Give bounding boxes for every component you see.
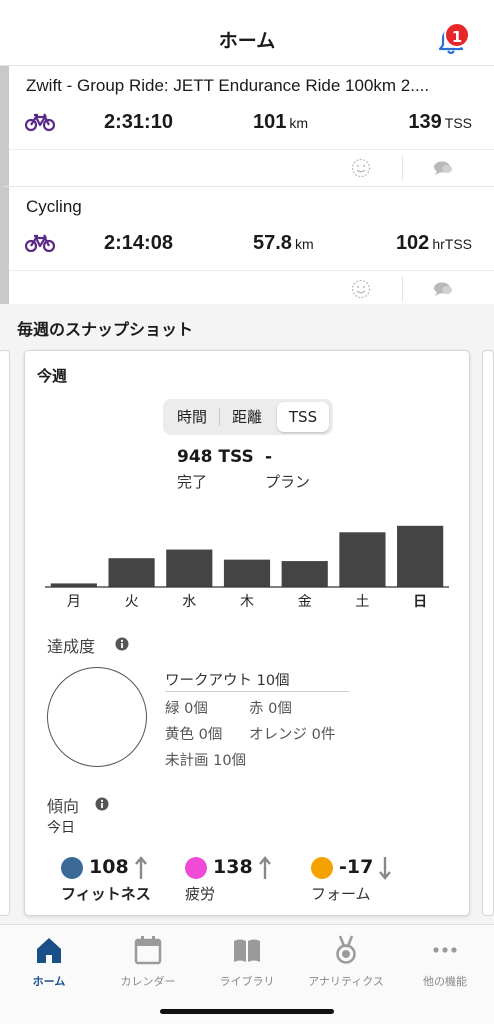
section-title: 毎週のスナップショット [17, 320, 194, 339]
notification-badge: 1 [444, 22, 470, 48]
activity-distance: 101 km [253, 111, 309, 133]
tab-home[interactable]: ホーム [0, 931, 98, 991]
activity-actions [9, 270, 494, 306]
library-icon [234, 939, 260, 962]
activity-duration: 2:14:08 [104, 232, 173, 254]
workouts-orange: オレンジ 0件 [249, 727, 336, 743]
tab-label: アナリティクス [308, 975, 384, 988]
fatigue-dot [185, 857, 207, 879]
previous-week-card[interactable] [0, 350, 10, 916]
page-title: ホーム [218, 30, 276, 52]
home-icon [37, 938, 61, 963]
this-week-card: 今週 時間 距離 TSS 948 TSS - 完了 プラン 月 火 水 木 金 土 日 達成… [24, 350, 470, 916]
plan-value: - [265, 447, 273, 467]
home-indicator [160, 1009, 334, 1014]
activity-title: Cycling [26, 197, 82, 216]
form-metric: -17 フォーム [311, 856, 421, 907]
achievement-ring [47, 667, 147, 767]
week-title: 今週 [37, 367, 68, 385]
day-label: 水 [182, 594, 197, 610]
workouts-total: ワークアウト 10個 [165, 673, 290, 689]
tab-label: カレンダー [120, 975, 176, 988]
form-value: -17 [339, 856, 374, 878]
comment-icon[interactable] [433, 160, 453, 176]
bike-icon [25, 113, 55, 132]
chart-bar [397, 525, 444, 587]
tab-label: 他の機能 [423, 975, 467, 988]
day-label: 月 [66, 594, 81, 610]
form-dot [311, 857, 333, 879]
completed-label: 完了 [177, 473, 208, 491]
day-label: 木 [240, 594, 254, 610]
workouts-green: 緑 0個 [165, 701, 208, 717]
feeling-smile-icon[interactable] [351, 158, 371, 178]
fitness-value: 108 [89, 856, 129, 878]
day-axis: 月火水木金土日 [45, 591, 449, 615]
chart-bar [223, 559, 271, 587]
app-header: ホーム 1 [0, 0, 494, 66]
bottom-tab-bar: ホーム カレンダー ライブラリ アナリティクス 他の機能 [0, 924, 494, 1024]
workouts-divider [165, 691, 349, 692]
day-label: 土 [355, 594, 370, 610]
chart-bar [108, 558, 155, 587]
fitness-label: フィットネス [61, 885, 151, 903]
workouts-unplanned: 未計画 10個 [165, 753, 247, 769]
activity-actions [9, 149, 494, 185]
tab-label: ライブラリ [219, 975, 275, 988]
plan-label: プラン [265, 473, 311, 491]
comment-icon[interactable] [433, 281, 453, 297]
action-divider [402, 276, 403, 302]
action-divider [402, 155, 403, 181]
workouts-red: 赤 0個 [249, 701, 292, 717]
day-label: 火 [124, 594, 139, 610]
fatigue-label: 疲労 [185, 885, 216, 903]
achievement-title: 達成度 [47, 637, 96, 656]
fatigue-metric: 138 疲労 [185, 856, 295, 907]
completed-value: 948 TSS [177, 447, 254, 467]
form-label: フォーム [311, 885, 371, 903]
info-icon[interactable] [95, 797, 109, 811]
tab-label: ホーム [32, 975, 66, 988]
arrow-down-icon [379, 857, 391, 880]
fatigue-value: 138 [213, 856, 253, 878]
trend-period: 今日 [47, 820, 75, 836]
activity-duration: 2:31:10 [104, 111, 173, 133]
activity-tss: 139 TSS [408, 111, 472, 133]
weekly-snapshot-section: 毎週のスナップショット 今週 時間 距離 TSS 948 TSS - 完了 プラ… [0, 304, 494, 924]
day-label: 日 [413, 594, 428, 610]
weekly-tss-bar-chart [45, 525, 449, 588]
more-icon [433, 947, 457, 953]
activity-distance: 57.8 km [253, 232, 314, 254]
chart-bar [281, 561, 328, 587]
fitness-metric: 108 フィットネス [61, 856, 191, 907]
segment-divider [219, 408, 220, 426]
metric-segmented-control: 時間 距離 TSS [163, 399, 333, 435]
tab-analytics[interactable]: アナリティクス [297, 931, 395, 991]
segment-tss[interactable]: TSS [277, 402, 329, 432]
tab-library[interactable]: ライブラリ [198, 931, 296, 991]
tab-more[interactable]: 他の機能 [396, 931, 494, 991]
info-icon[interactable] [115, 637, 129, 651]
activity-card[interactable]: Cycling 2:14:08 57.8 km 102 hrTSS [0, 186, 494, 304]
arrow-up-icon [135, 856, 147, 879]
arrow-up-icon [259, 856, 271, 879]
fitness-dot [61, 857, 83, 879]
workouts-yellow: 黄色 0個 [165, 727, 223, 743]
chart-bar [166, 549, 213, 587]
next-week-card[interactable] [482, 350, 494, 916]
bike-icon [25, 234, 55, 253]
activity-tss: 102 hrTSS [395, 232, 472, 254]
trend-title: 傾向 [47, 797, 80, 816]
calendar-icon [134, 936, 162, 965]
day-label: 金 [297, 594, 312, 610]
medal-icon [336, 935, 356, 964]
chart-bar [339, 532, 386, 587]
tab-calendar[interactable]: カレンダー [99, 931, 197, 991]
segment-distance[interactable]: 距離 [221, 402, 273, 432]
feeling-smile-icon[interactable] [351, 279, 371, 299]
activity-card[interactable]: Zwift - Group Ride: JETT Endurance Ride … [0, 66, 494, 186]
activity-title: Zwift - Group Ride: JETT Endurance Ride … [26, 76, 430, 95]
segment-time[interactable]: 時間 [167, 402, 217, 432]
